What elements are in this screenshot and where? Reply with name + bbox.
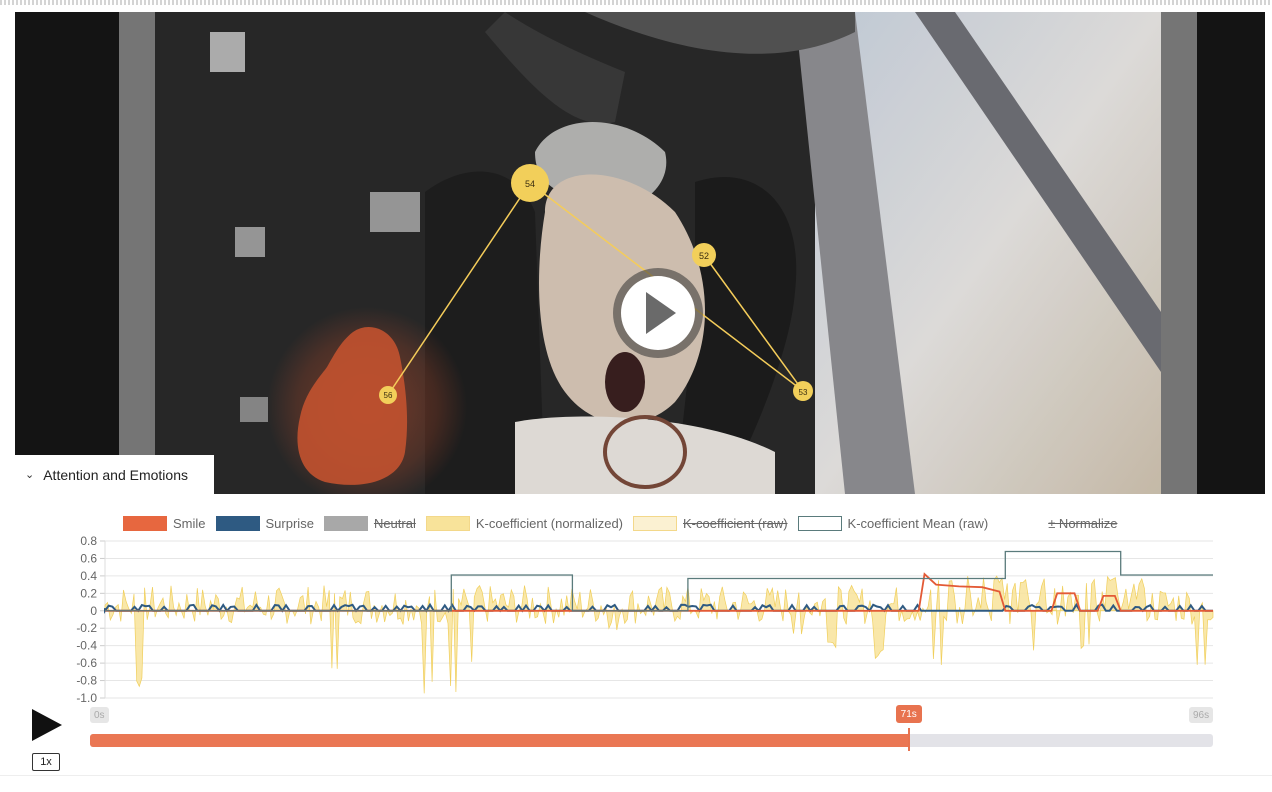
fixation-54[interactable]: 54 — [511, 164, 549, 202]
video-frame: 54 52 53 56 — [155, 12, 1161, 494]
y-tick-label: -0.8 — [76, 674, 97, 688]
y-tick-label: -0.4 — [76, 639, 97, 653]
legend-item-smile[interactable]: Smile — [123, 515, 206, 531]
legend-label: K-coefficient (raw) — [683, 515, 788, 531]
video-play-overlay-button[interactable] — [613, 268, 703, 358]
timeline-playhead[interactable] — [907, 728, 910, 751]
chart-legend: Smile Surprise Neutral K-coefficient (norma… — [123, 514, 1127, 532]
y-tick-label: 0 — [90, 604, 97, 618]
svg-text:53: 53 — [799, 388, 808, 397]
legend-label: ± Normalize — [1048, 515, 1118, 531]
y-tick-label: -1.0 — [76, 691, 97, 705]
y-tick-label: 0.6 — [80, 551, 97, 565]
accordion-label: Attention and Emotions — [43, 466, 188, 483]
y-tick-label: 0.8 — [80, 534, 97, 548]
y-tick-label: -0.2 — [76, 621, 97, 635]
legend-item-normalize[interactable]: ± Normalize — [1048, 516, 1117, 531]
legend-swatch — [797, 515, 842, 531]
timeline-progress — [90, 734, 909, 747]
legend-swatch — [633, 515, 678, 531]
divider — [0, 775, 1272, 776]
y-tick-label: 0.2 — [80, 586, 97, 600]
timeline-scrubber[interactable] — [90, 728, 1213, 751]
video-player[interactable]: 54 52 53 56 — [15, 12, 1265, 494]
time-start-label: 0s — [90, 707, 109, 723]
legend-item-k-coefficient-normalized[interactable]: K-coefficient (normalized) — [425, 515, 624, 531]
video-letterbox-left — [119, 12, 155, 494]
fixation-52[interactable]: 52 — [692, 243, 716, 267]
legend-label: Neutral — [373, 515, 416, 531]
video-letterbox-right — [1161, 12, 1197, 494]
top-border — [0, 0, 1272, 5]
legend-swatch — [323, 515, 368, 531]
video-scene: 54 52 53 56 — [155, 12, 1161, 494]
fixation-53[interactable]: 53 — [793, 381, 813, 401]
legend-item-neutral[interactable]: Neutral — [323, 515, 416, 531]
fixation-56[interactable]: 56 — [379, 386, 397, 404]
svg-text:54: 54 — [525, 179, 535, 189]
time-end-label: 96s — [1189, 707, 1214, 723]
legend-swatch — [215, 515, 260, 531]
playback-speed-button[interactable]: 1x — [32, 753, 60, 771]
play-icon — [32, 709, 62, 741]
legend-label: K-coefficient Mean (raw) — [847, 515, 989, 531]
legend-item-k-coefficient-raw[interactable]: K-coefficient (raw) — [633, 515, 788, 531]
legend-label: Surprise — [265, 515, 314, 531]
play-button[interactable] — [30, 707, 64, 743]
emotions-chart[interactable]: 0.8 0.6 0.4 0.2 0 -0.2 -0.4 -0.6 -0.8 -1.0 — [60, 533, 1220, 705]
legend-swatch — [425, 515, 470, 531]
legend-label: K-coefficient (normalized) — [475, 515, 624, 531]
y-tick-label: 0.4 — [80, 569, 97, 583]
legend-item-k-coefficient-mean-raw[interactable]: K-coefficient Mean (raw) — [797, 515, 989, 531]
svg-text:52: 52 — [699, 251, 709, 261]
current-time-badge: 71s — [895, 705, 922, 723]
legend-swatch — [123, 515, 167, 531]
attention-emotions-toggle[interactable]: ⌄ Attention and Emotions — [15, 455, 214, 494]
y-tick-label: -0.6 — [76, 656, 97, 670]
legend-label: Smile — [173, 515, 206, 531]
chevron-down-icon: ⌄ — [25, 469, 35, 481]
legend-item-surprise[interactable]: Surprise — [215, 515, 314, 531]
svg-text:56: 56 — [384, 391, 393, 400]
